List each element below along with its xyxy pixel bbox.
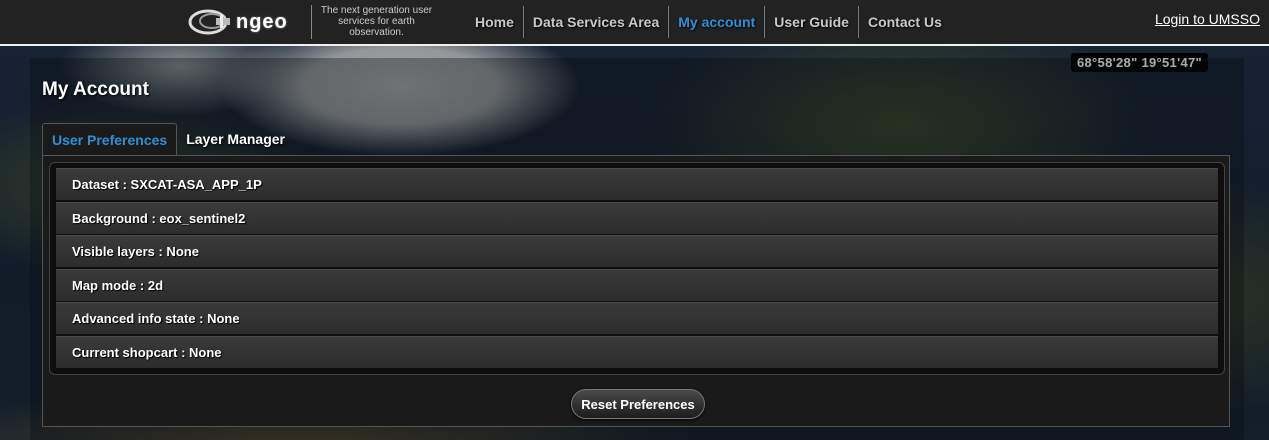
pref-current-shopcart: Current shopcart : None [56, 335, 1218, 368]
nav-data-services-area[interactable]: Data Services Area [524, 6, 670, 38]
tab-layer-manager[interactable]: Layer Manager [177, 123, 294, 155]
nav-user-guide[interactable]: User Guide [765, 6, 859, 38]
pref-dataset: Dataset : SXCAT-ASA_APP_1P [56, 168, 1218, 200]
logo-text: ngeo [236, 10, 288, 33]
preferences-content: Dataset : SXCAT-ASA_APP_1P Background : … [42, 155, 1230, 427]
login-link[interactable]: Login to UMSSO [1155, 11, 1260, 27]
nav-my-account[interactable]: My account [669, 6, 766, 38]
tagline: The next generation user services for ea… [311, 5, 437, 39]
account-tabs: User Preferences Layer Manager [42, 123, 294, 156]
reset-preferences-button[interactable]: Reset Preferences [571, 389, 705, 419]
main-nav: Home Data Services Area My account User … [466, 6, 951, 38]
top-header: ngeo The next generation user services f… [0, 0, 1269, 46]
nav-contact-us[interactable]: Contact Us [859, 6, 951, 38]
ngeo-logo[interactable]: ngeo [186, 4, 302, 40]
nav-home[interactable]: Home [466, 6, 524, 38]
preferences-list: Dataset : SXCAT-ASA_APP_1P Background : … [49, 162, 1225, 375]
pref-advanced-info-state: Advanced info state : None [56, 302, 1218, 334]
satellite-swirl-icon [188, 9, 230, 35]
pref-background: Background : eox_sentinel2 [56, 201, 1218, 234]
pref-map-mode: Map mode : 2d [56, 268, 1218, 301]
pref-visible-layers: Visible layers : None [56, 235, 1218, 267]
tab-user-preferences[interactable]: User Preferences [42, 123, 178, 156]
page-title: My Account [42, 79, 149, 100]
